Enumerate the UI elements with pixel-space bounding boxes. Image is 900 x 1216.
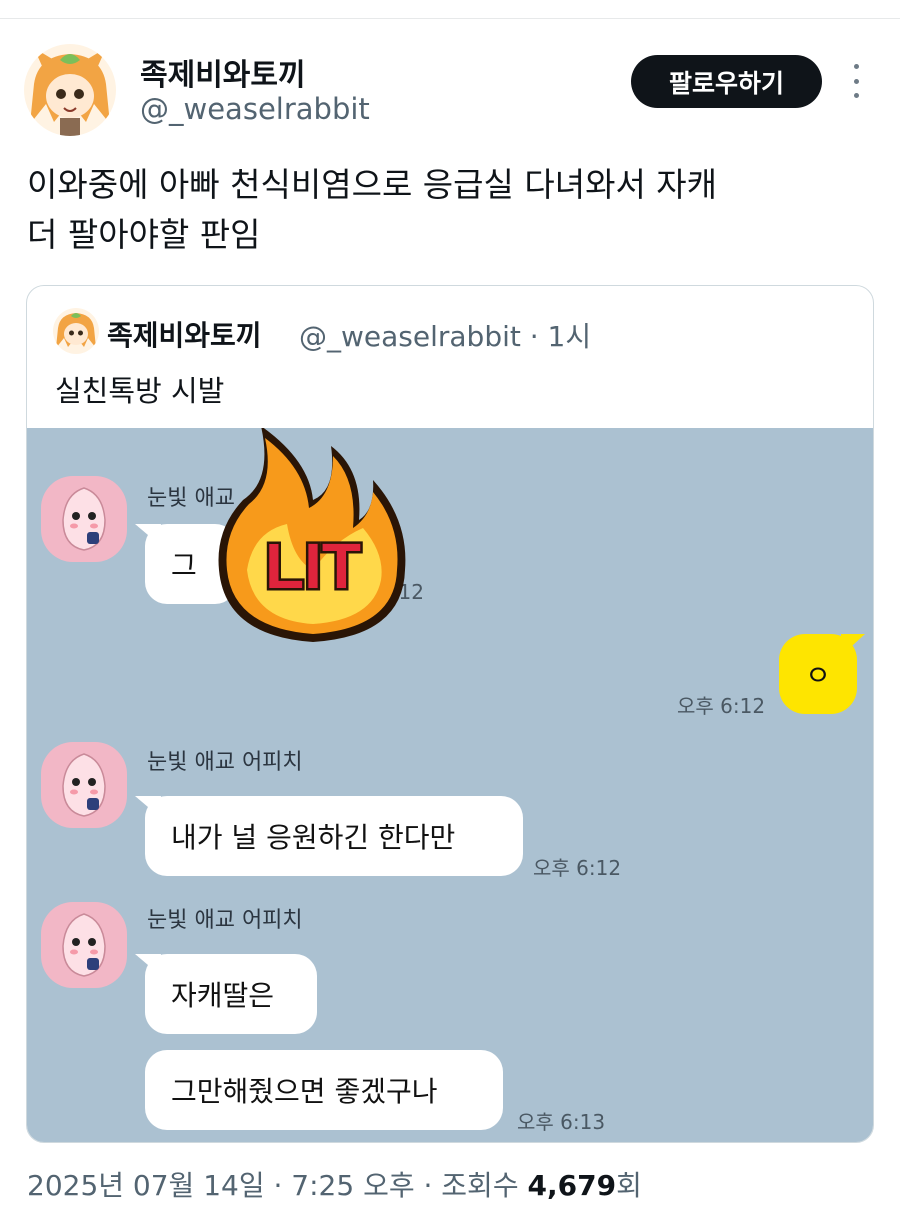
top-divider [0, 18, 900, 19]
chat-bubble-mine: ㅇ [779, 634, 857, 714]
chat-time: 오후 6:12 [677, 694, 766, 718]
chat-avatar-apeach [41, 476, 127, 562]
lit-sticker-text: LIT [265, 530, 361, 602]
follow-button[interactable]: 팔로우하기 [631, 55, 822, 108]
tweet-date-time[interactable]: 2025년 07월 14일 · 7:25 오후 · 조회수 [27, 1169, 527, 1202]
chat-time: 오후 6:13 [517, 1110, 606, 1134]
chat-avatar-apeach [41, 902, 127, 988]
quoted-author-avatar [53, 308, 99, 354]
chat-sender-name: 눈빛 애교 어피치 [147, 750, 303, 775]
quoted-tweet-text: 실친톡방 시발 [55, 374, 225, 408]
author-display-name[interactable]: 족제비와토끼 [140, 50, 306, 94]
tweet-text-line-2: 더 팔아야할 판임 [27, 215, 261, 254]
tweet-text-line-1: 이와중에 아빠 천식비염으로 응급실 다녀와서 자캐 [27, 165, 718, 204]
chat-time: 오후 6:12 [533, 856, 622, 880]
tweet-text: 이와중에 아빠 천식비염으로 응급실 다녀와서 자캐 더 팔아야할 판임 [27, 160, 877, 260]
author-avatar[interactable] [24, 44, 116, 136]
chat-bubble: 자캐딸은 [145, 954, 317, 1034]
chat-avatar-apeach [41, 742, 127, 828]
chat-bubble: 내가 널 응원하긴 한다만 [145, 796, 523, 876]
lit-fire-sticker: LIT [218, 428, 406, 642]
view-count: 4,679 [527, 1169, 617, 1202]
author-handle[interactable]: @_weaselrabbit [140, 92, 370, 126]
chat-screenshot: 눈빛 애교 그 6:12 LIT ㅇ 오후 6:12 눈빛 애교 어피치 내가 … [27, 428, 873, 1142]
chat-sender-name: 눈빛 애교 어피치 [147, 908, 303, 933]
view-suffix: 회 [616, 1169, 642, 1202]
quoted-author-name: 족제비와토끼 [107, 319, 262, 352]
tweet-meta: 2025년 07월 14일 · 7:25 오후 · 조회수 4,679회 [27, 1164, 642, 1204]
quoted-tweet-card[interactable]: 족제비와토끼 @_weaselrabbit · 1시 실친톡방 시발 눈빛 애교… [26, 285, 874, 1143]
quoted-author-handle-time: @_weaselrabbit · 1시 [299, 320, 592, 353]
chat-bubble: 그만해줬으면 좋겠구나 [145, 1050, 503, 1130]
more-options-icon[interactable] [848, 64, 864, 98]
